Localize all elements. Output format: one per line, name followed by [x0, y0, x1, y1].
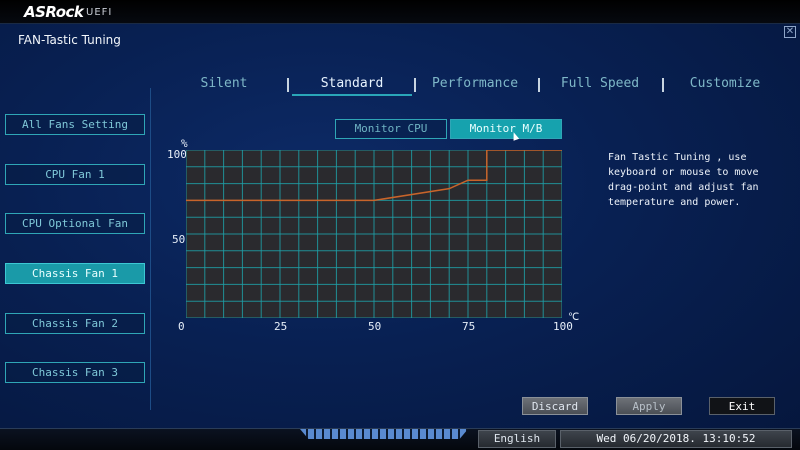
- discard-button[interactable]: Discard: [522, 397, 588, 415]
- tab-separator: [662, 78, 664, 92]
- tab-customize[interactable]: Customize: [665, 74, 785, 96]
- tab-silent[interactable]: Silent: [164, 74, 284, 96]
- x-tick-label: 50: [368, 320, 382, 333]
- monitor-cpu-button[interactable]: Monitor CPU: [335, 119, 447, 139]
- profile-tabs: Silent Standard Performance Full Speed C…: [162, 74, 792, 98]
- fan-cpu-fan-1[interactable]: CPU Fan 1: [5, 164, 145, 185]
- tab-performance[interactable]: Performance: [415, 74, 535, 96]
- x-axis-unit: ℃: [568, 312, 580, 323]
- y-tick-label: 50: [172, 233, 186, 246]
- fan-cpu-optional-fan[interactable]: CPU Optional Fan: [5, 213, 145, 234]
- exit-button[interactable]: Exit: [709, 397, 775, 415]
- x-tick-label: 25: [274, 320, 288, 333]
- brand-subtitle: UEFI: [86, 7, 113, 18]
- page-title: FAN-Tastic Tuning: [18, 33, 121, 47]
- x-tick-label: 0: [178, 320, 185, 333]
- x-tick-label: 75: [462, 320, 476, 333]
- datetime-display: Wed 06/20/2018. 13:10:52: [560, 430, 792, 448]
- tab-full-speed[interactable]: Full Speed: [540, 74, 660, 96]
- fan-chassis-fan-2[interactable]: Chassis Fan 2: [5, 313, 145, 334]
- fan-curve-graph[interactable]: [185, 149, 563, 319]
- tab-separator: [287, 78, 289, 92]
- close-icon[interactable]: ✕: [784, 26, 796, 38]
- left-divider: [150, 88, 151, 410]
- help-text: Fan Tastic Tuning , use keyboard or mous…: [608, 152, 759, 208]
- fan-chassis-fan-1[interactable]: Chassis Fan 1: [5, 263, 145, 284]
- brand-logo: ASRock: [24, 3, 84, 21]
- top-bar: ASRock UEFI: [0, 0, 800, 24]
- language-button[interactable]: English: [478, 430, 556, 448]
- fan-curve-svg[interactable]: [185, 149, 563, 319]
- apply-button[interactable]: Apply: [616, 397, 682, 415]
- y-tick-label: 100: [167, 148, 187, 161]
- monitor-mb-button[interactable]: Monitor M/B: [450, 119, 562, 139]
- fan-all-fans-setting[interactable]: All Fans Setting: [5, 114, 145, 135]
- tab-standard[interactable]: Standard: [292, 74, 412, 96]
- decorative-strip: [300, 429, 468, 439]
- fan-chassis-fan-3[interactable]: Chassis Fan 3: [5, 362, 145, 383]
